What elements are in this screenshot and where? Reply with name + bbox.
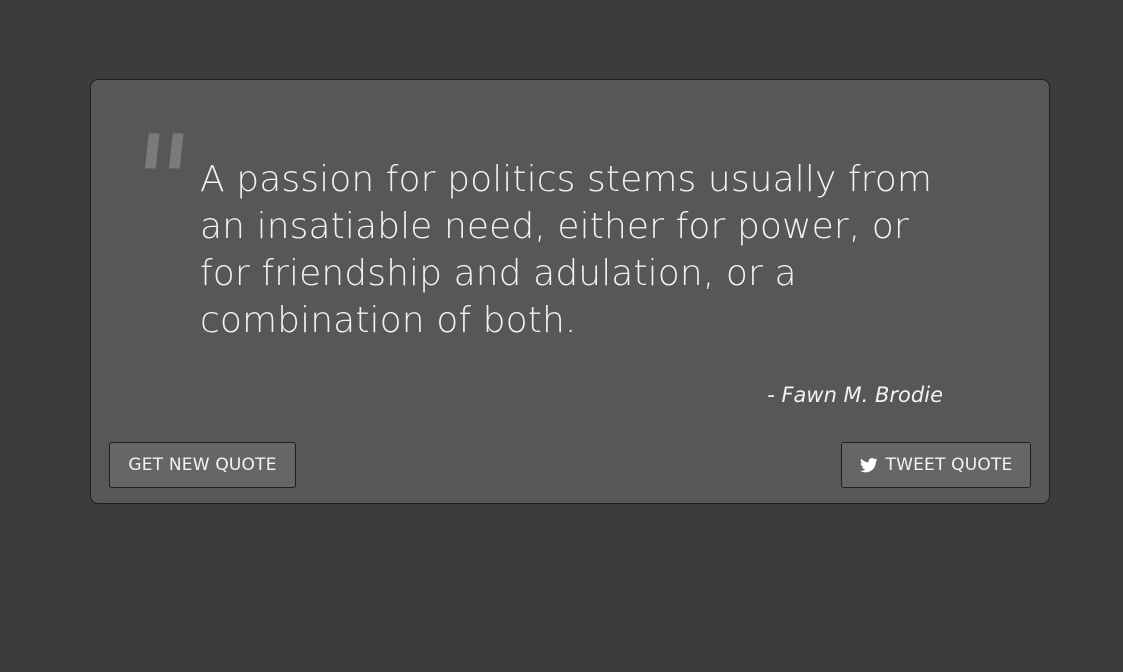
tweet-quote-button[interactable]: TWEET QUOTE xyxy=(841,442,1031,488)
quote-text: A passion for politics stems usually fro… xyxy=(200,159,933,341)
get-new-quote-label: GET NEW QUOTE xyxy=(128,455,277,475)
quote-icon: " xyxy=(123,107,189,259)
tweet-quote-label: TWEET QUOTE xyxy=(885,455,1013,475)
twitter-icon xyxy=(859,457,878,472)
quote-card: " A passion for politics stems usually f… xyxy=(90,79,1050,504)
quote-author: - Fawn M. Brodie xyxy=(767,383,943,407)
get-new-quote-button[interactable]: GET NEW QUOTE xyxy=(109,442,296,488)
